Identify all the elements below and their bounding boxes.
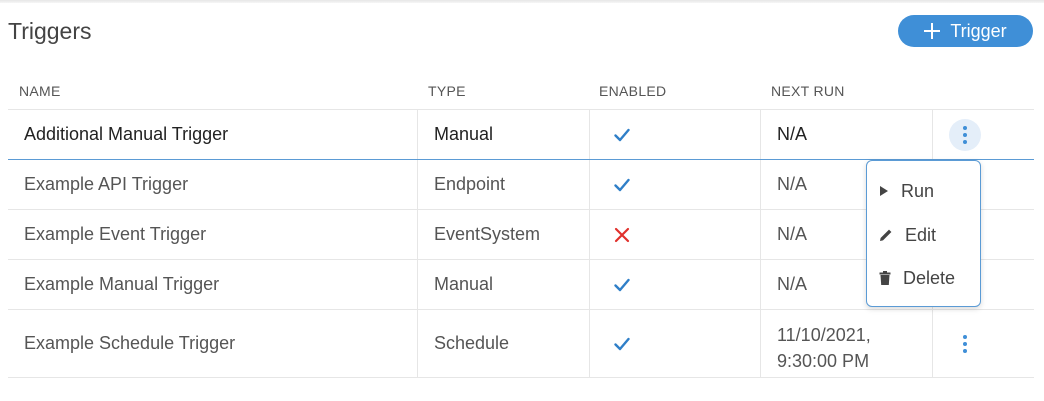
row-context-menu: Run Edit Delete bbox=[866, 160, 981, 307]
plus-icon bbox=[924, 23, 941, 39]
menu-item-delete[interactable]: Delete bbox=[867, 258, 980, 298]
cross-icon bbox=[614, 227, 630, 242]
column-header-type[interactable]: TYPE bbox=[428, 83, 466, 99]
add-trigger-label: Trigger bbox=[950, 20, 1007, 41]
trigger-next-run: N/A bbox=[777, 124, 808, 144]
trigger-name: Example Schedule Trigger bbox=[24, 333, 236, 353]
pencil-icon bbox=[880, 229, 892, 241]
menu-item-edit-label: Edit bbox=[905, 224, 937, 245]
trigger-name: Example Manual Trigger bbox=[24, 274, 220, 294]
menu-item-delete-label: Delete bbox=[903, 267, 956, 288]
menu-item-edit[interactable]: Edit bbox=[867, 215, 980, 255]
trigger-name: Example API Trigger bbox=[24, 174, 189, 194]
trash-icon bbox=[879, 271, 891, 285]
row-actions-button[interactable] bbox=[949, 118, 981, 151]
next-run-time: 9:30:00 PM bbox=[777, 350, 870, 371]
table-row[interactable]: Example Schedule Trigger Schedule 11/10/… bbox=[8, 310, 1034, 378]
next-run-date: 11/10/2021, bbox=[777, 324, 871, 345]
table-header: NAME TYPE ENABLED NEXT RUN bbox=[8, 72, 1034, 110]
top-divider bbox=[0, 0, 1044, 3]
check-icon bbox=[614, 278, 630, 291]
trigger-next-run: 11/10/2021, 9:30:00 PM bbox=[777, 310, 927, 377]
column-header-next-run[interactable]: NEXT RUN bbox=[771, 83, 845, 99]
trigger-type: Manual bbox=[434, 124, 494, 144]
play-icon bbox=[880, 186, 888, 196]
trigger-type: EventSystem bbox=[434, 224, 541, 244]
kebab-icon bbox=[963, 334, 967, 339]
check-icon bbox=[614, 128, 630, 141]
kebab-icon bbox=[963, 125, 967, 130]
trigger-name: Additional Manual Trigger bbox=[24, 124, 229, 144]
check-icon bbox=[614, 178, 630, 191]
menu-item-run-label: Run bbox=[901, 180, 935, 201]
add-trigger-button[interactable]: Trigger bbox=[898, 15, 1033, 47]
check-icon bbox=[614, 337, 630, 350]
row-actions-button[interactable] bbox=[949, 328, 981, 360]
trigger-name: Example Event Trigger bbox=[24, 224, 207, 244]
table-row[interactable]: Additional Manual Trigger Manual N/A bbox=[8, 110, 1034, 160]
column-header-name[interactable]: NAME bbox=[19, 83, 61, 99]
menu-item-run[interactable]: Run bbox=[867, 171, 980, 211]
column-header-enabled[interactable]: ENABLED bbox=[599, 83, 666, 99]
trigger-type: Endpoint bbox=[434, 174, 506, 194]
trigger-type: Manual bbox=[434, 274, 494, 294]
page-title: Triggers bbox=[8, 18, 92, 44]
trigger-type: Schedule bbox=[434, 333, 510, 353]
